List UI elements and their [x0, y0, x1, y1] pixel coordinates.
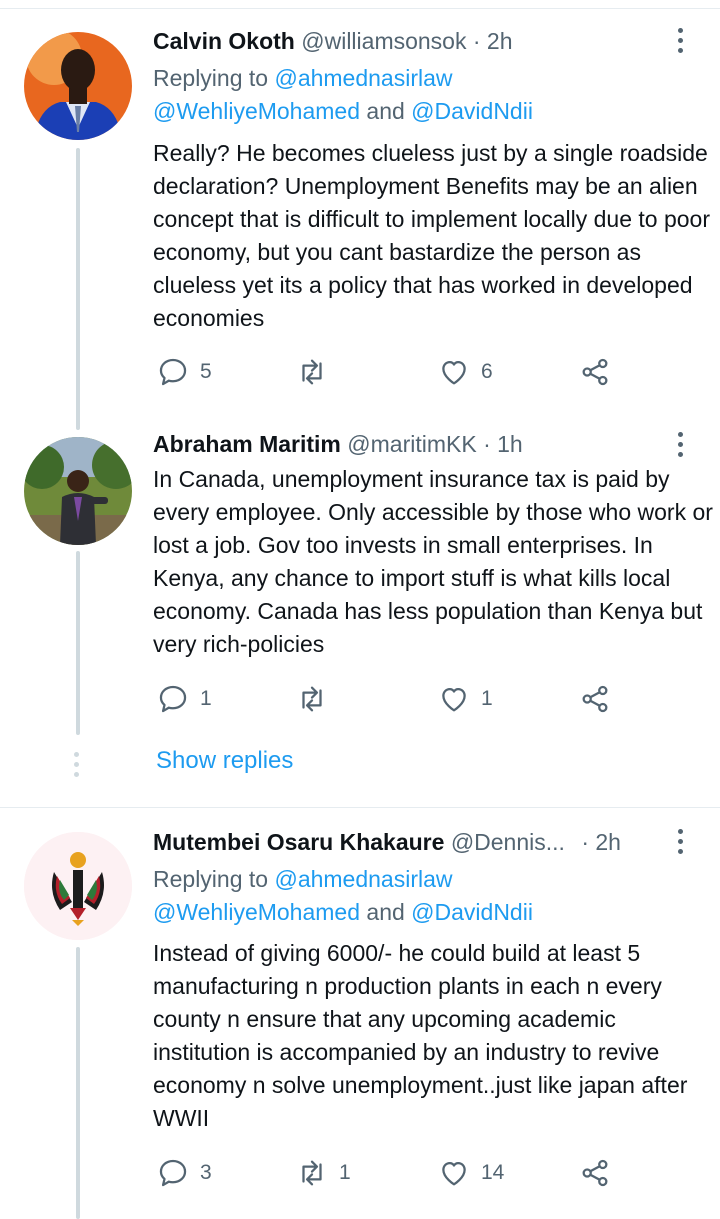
share-icon — [582, 358, 608, 386]
reply-count: 3 — [200, 1161, 212, 1184]
replying-to-label: Replying to — [153, 866, 275, 892]
like-count: 14 — [481, 1161, 505, 1184]
author-name[interactable]: Abraham Maritim — [153, 431, 341, 457]
tweet-header: Mutembei Osaru Khakaure @Dennis... · 2h — [153, 828, 621, 856]
mention-link[interactable]: @WehliyeMohamed — [153, 899, 360, 925]
reply-button[interactable]: 1 — [156, 679, 212, 719]
retweet-button[interactable] — [295, 352, 339, 392]
avatar[interactable] — [24, 32, 132, 140]
author-handle[interactable]: @maritimKK — [347, 431, 476, 457]
like-count: 1 — [481, 687, 493, 710]
like-icon — [442, 687, 466, 712]
mention-link[interactable]: @ahmednasirlaw — [274, 866, 452, 892]
author-handle[interactable]: @Dennis... — [451, 829, 565, 855]
mention-link[interactable]: @DavidNdii — [411, 98, 533, 124]
replying-and: and — [360, 98, 412, 124]
avatar[interactable] — [24, 832, 132, 940]
reply-icon — [159, 685, 187, 713]
mention-link[interactable]: @DavidNdii — [411, 899, 533, 925]
reply-count: 1 — [200, 687, 212, 710]
like-count: 6 — [481, 360, 493, 383]
share-icon — [582, 1159, 608, 1187]
avatar[interactable] — [24, 437, 132, 545]
thread-gap-dots — [74, 752, 79, 777]
tweet-actions: 1 1 — [153, 679, 623, 719]
replying-to: Replying to @ahmednasirlaw @WehliyeMoham… — [153, 863, 713, 929]
retweet-count: 1 — [339, 1161, 351, 1184]
replying-to-label: Replying to — [153, 65, 275, 91]
tweet-text: Really? He becomes clueless just by a si… — [153, 140, 710, 331]
reply-icon — [159, 358, 187, 386]
author-handle[interactable]: @williamsonsok — [301, 28, 466, 54]
like-button[interactable]: 1 — [437, 679, 493, 719]
author-name[interactable]: Calvin Okoth — [153, 28, 295, 54]
mention-link[interactable]: @WehliyeMohamed — [153, 98, 360, 124]
share-button[interactable] — [578, 352, 612, 392]
reply-button[interactable]: 3 — [156, 1153, 212, 1193]
timestamp[interactable]: · 2h — [581, 829, 621, 855]
retweet-button[interactable] — [295, 679, 339, 719]
thread-line — [76, 551, 80, 735]
thread-line — [76, 947, 80, 1219]
mention-link[interactable]: @ahmednasirlaw — [274, 65, 452, 91]
replying-to: Replying to @ahmednasirlaw @WehliyeMoham… — [153, 62, 713, 128]
timestamp[interactable]: · 2h — [473, 28, 513, 54]
more-icon[interactable] — [676, 28, 684, 53]
tweet-actions: 3 1 14 — [153, 1153, 623, 1193]
author-name[interactable]: Mutembei Osaru Khakaure — [153, 829, 444, 855]
share-button[interactable] — [578, 1153, 612, 1193]
retweet-button[interactable]: 1 — [295, 1153, 351, 1193]
tweet-actions: 5 6 — [153, 352, 623, 392]
reply-button[interactable]: 5 — [156, 352, 212, 392]
tweet-text: Instead of giving 6000/- he could build … — [153, 940, 688, 1131]
retweet-icon — [302, 1160, 322, 1186]
reply-icon — [159, 1159, 187, 1187]
share-icon — [582, 685, 608, 713]
retweet-icon — [302, 359, 322, 385]
like-icon — [442, 1161, 466, 1186]
top-divider — [0, 8, 720, 9]
like-icon — [442, 360, 466, 385]
retweet-icon — [302, 686, 322, 712]
reply-count: 5 — [200, 360, 212, 383]
tweet-header: Calvin Okoth @williamsonsok · 2h — [153, 27, 513, 55]
timestamp[interactable]: · 1h — [483, 431, 523, 457]
share-button[interactable] — [578, 679, 612, 719]
more-icon[interactable] — [676, 829, 684, 854]
like-button[interactable]: 14 — [437, 1153, 504, 1193]
tweet-header: Abraham Maritim @maritimKK · 1h — [153, 430, 523, 458]
like-button[interactable]: 6 — [437, 352, 493, 392]
tweet-text: In Canada, unemployment insurance tax is… — [153, 466, 713, 657]
show-replies-link[interactable]: Show replies — [156, 745, 293, 777]
tweet-divider — [0, 807, 720, 808]
thread-line — [76, 148, 80, 430]
more-icon[interactable] — [676, 432, 684, 457]
replying-and: and — [360, 899, 412, 925]
